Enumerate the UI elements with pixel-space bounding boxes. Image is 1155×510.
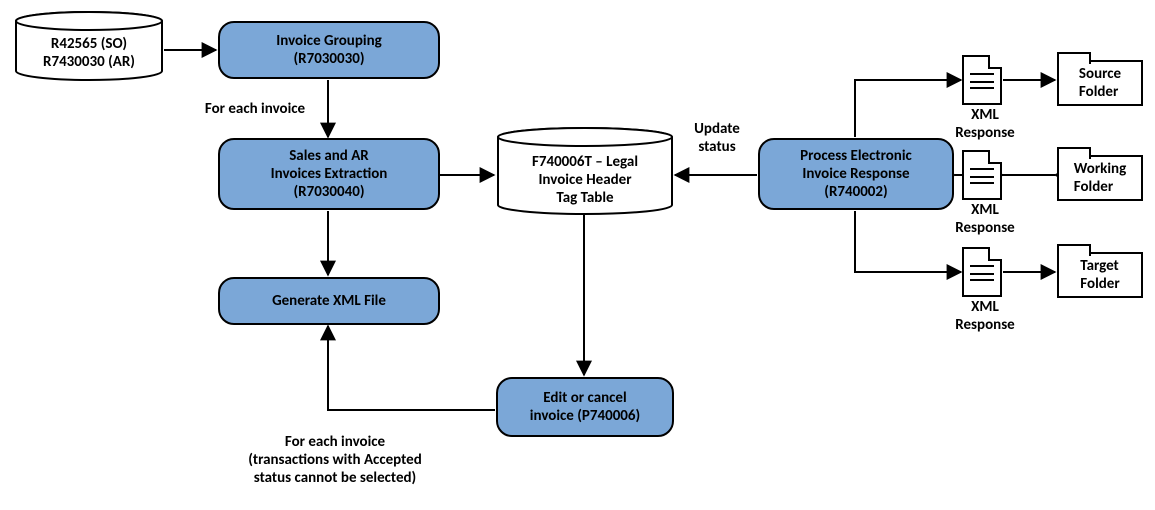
db-start-line2: R7430030 (AR) (43, 53, 135, 71)
label-xml-response-2: XML Response (950, 201, 1020, 237)
invoice-grouping-line1: Invoice Grouping (276, 32, 381, 50)
folder-source: Source Folder (1057, 60, 1143, 106)
process-resp-line2: Invoice Response (802, 165, 909, 183)
target-folder-line2: Folder (1080, 275, 1119, 293)
db-start-line1: R42565 (SO) (51, 35, 127, 53)
folder-working: Working Folder (1057, 155, 1143, 201)
tag-table-line2: Invoice Header (538, 171, 631, 189)
box-invoice-grouping: Invoice Grouping (R7030030) (218, 21, 440, 79)
label-xml-response-3: XML Response (950, 298, 1020, 334)
edit-cancel-line2: invoice (P740006) (530, 407, 640, 425)
sales-ar-line2: Invoices Extraction (271, 165, 388, 183)
tag-table-line3: Tag Table (556, 189, 613, 207)
box-sales-ar-extraction: Sales and AR Invoices Extraction (R70300… (218, 138, 440, 210)
source-folder-line2: Folder (1079, 83, 1118, 101)
box-process-response: Process Electronic Invoice Response (R74… (758, 138, 954, 210)
box-generate-xml: Generate XML File (218, 277, 440, 325)
doc-xml-response-1 (962, 55, 1002, 105)
sales-ar-line3: (R7030040) (293, 183, 364, 201)
tag-table-line1: F740006T – Legal (532, 153, 638, 171)
working-folder-line2: Folder (1074, 178, 1113, 196)
process-resp-line1: Process Electronic (800, 147, 912, 165)
process-resp-line3: (R740002) (824, 183, 887, 201)
edit-cancel-line1: Edit or cancel (543, 389, 626, 407)
target-folder-line1: Target (1080, 257, 1118, 275)
folder-target: Target Folder (1057, 252, 1143, 298)
label-update-status: Update status (682, 120, 752, 156)
sales-ar-line1: Sales and AR (289, 147, 369, 165)
working-folder-line1: Working (1074, 160, 1126, 178)
box-edit-cancel: Edit or cancel invoice (P740006) (496, 377, 674, 437)
doc-xml-response-2 (962, 150, 1002, 200)
generate-xml-line1: Generate XML File (272, 292, 386, 310)
label-xml-response-1: XML Response (950, 106, 1020, 142)
label-for-each-accepted: For each invoice (transactions with Acce… (220, 433, 450, 487)
invoice-grouping-line2: (R7030030) (293, 50, 364, 68)
db-start: R42565 (SO) R7430030 (AR) (14, 14, 164, 80)
label-for-each-invoice: For each invoice (190, 100, 320, 118)
source-folder-line1: Source (1079, 65, 1121, 83)
doc-xml-response-3 (962, 247, 1002, 297)
db-tag-table: F740006T – Legal Invoice Header Tag Tabl… (496, 130, 674, 214)
